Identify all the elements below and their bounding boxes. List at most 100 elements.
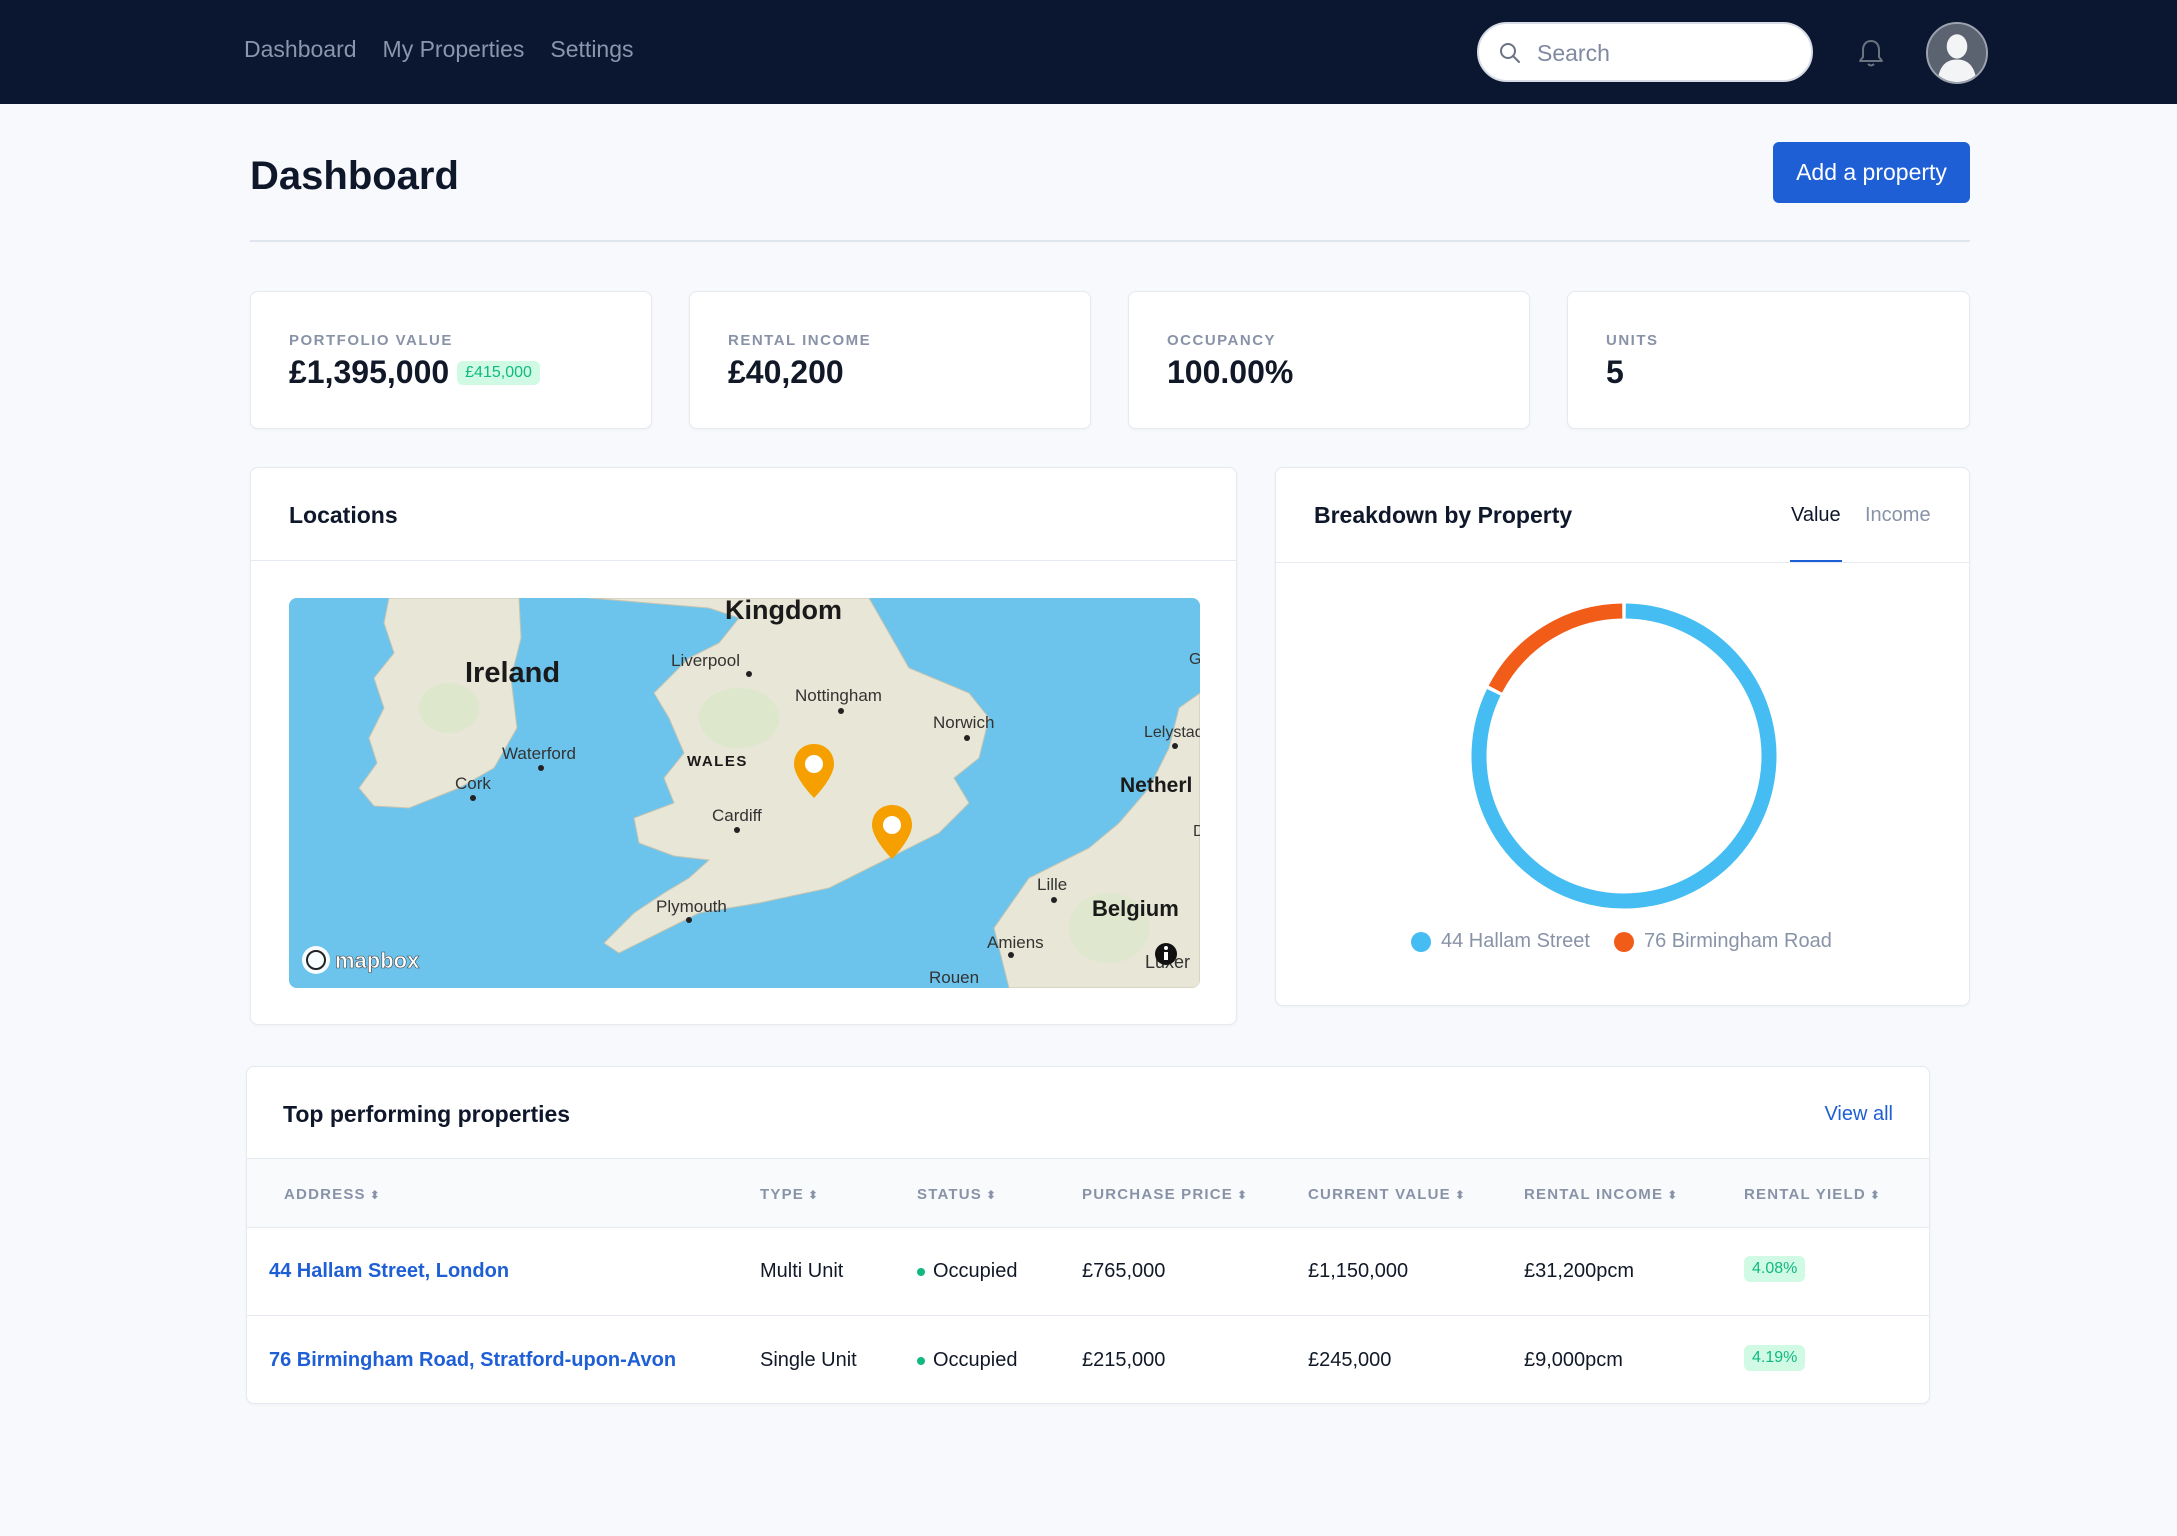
table-header: ADDRESS ⬍ TYPE ⬍ STATUS ⬍ PURCHASE PRICE ⬍ C… — [247, 1158, 1929, 1228]
nav-link-dashboard[interactable]: Dashboard — [244, 36, 357, 63]
map-canvas: Kingdom Ireland Liverpool Nottingham Nor… — [289, 598, 1200, 988]
column-header-purchase-price[interactable]: PURCHASE PRICE ⬍ — [1082, 1186, 1248, 1203]
nav-link-settings[interactable]: Settings — [550, 36, 633, 63]
map-label-plymouth: Plymouth — [656, 897, 727, 916]
stat-card-units: UNITS 5 — [1567, 291, 1970, 429]
bell-icon[interactable] — [1857, 38, 1885, 68]
rental-income: £31,200pcm — [1524, 1260, 1635, 1282]
header-divider — [250, 240, 1970, 242]
mapbox-attribution: mapbox — [335, 948, 420, 973]
rental-income: £9,000pcm — [1524, 1349, 1623, 1371]
sort-icon: ⬍ — [1237, 1188, 1249, 1202]
column-header-rental-yield[interactable]: RENTAL YIELD ⬍ — [1744, 1186, 1881, 1203]
stat-label: PORTFOLIO VALUE — [289, 332, 453, 349]
legend-label: 76 Birmingham Road — [1643, 930, 1832, 952]
user-avatar[interactable] — [1926, 22, 1988, 84]
page-title: Dashboard — [250, 154, 459, 198]
yield-badge: 4.08% — [1744, 1256, 1806, 1282]
view-all-link[interactable]: View all — [1824, 1103, 1893, 1126]
top-properties-panel: Top performing properties View all ADDRE… — [246, 1066, 1930, 1404]
sort-icon: ⬍ — [1869, 1188, 1882, 1202]
mapbox-logo: mapbox — [302, 946, 420, 974]
chart-legend: 44 Hallam Street 76 Birmingham Road — [1411, 930, 1832, 953]
stat-label: OCCUPANCY — [1167, 332, 1277, 349]
current-value: £245,000 — [1308, 1349, 1392, 1371]
legend-item: 76 Birmingham Road — [1613, 930, 1832, 953]
legend-swatch — [1411, 931, 1431, 952]
legend-label: 44 Hallam Street — [1441, 930, 1590, 952]
breakdown-panel: Breakdown by Property Value Income 44 Ha… — [1275, 467, 1970, 1006]
panel-title: Locations — [289, 502, 398, 528]
map-label-amiens: Amiens — [987, 933, 1044, 952]
map-label-lelystad: Lelystad — [1144, 724, 1200, 741]
map-label-nottingham: Nottingham — [795, 686, 882, 705]
stat-value: 100.00% — [1167, 354, 1294, 390]
column-header-type[interactable]: TYPE ⬍ — [760, 1186, 819, 1203]
map-label-rouen: Rouen — [929, 968, 979, 987]
nav-link-my-properties[interactable]: My Properties — [383, 36, 525, 63]
sort-icon: ⬍ — [985, 1188, 998, 1202]
stat-value: 5 — [1606, 354, 1624, 390]
stat-value: £40,200 — [728, 354, 844, 390]
rental-yield: 4.19% — [1744, 1345, 1806, 1371]
property-status: Occupied — [917, 1260, 1018, 1283]
map-label-ireland: Ireland — [465, 657, 560, 689]
stat-label: UNITS — [1606, 332, 1659, 349]
panel-divider — [251, 560, 1236, 561]
table-row[interactable]: 44 Hallam Street, London Multi Unit Occu… — [247, 1228, 1929, 1316]
locations-panel: Locations Kingdom Ireland Liverpool Nott… — [250, 467, 1237, 1025]
info-icon[interactable] — [1155, 943, 1177, 965]
map-label-liverpool: Liverpool — [671, 651, 740, 670]
tab-value[interactable]: Value — [1791, 504, 1841, 527]
search-input[interactable] — [1537, 36, 1797, 70]
property-type: Single Unit — [760, 1349, 857, 1371]
add-property-button[interactable]: Add a property — [1773, 142, 1970, 203]
map-label-waterford: Waterford — [502, 744, 576, 763]
stat-value: £1,395,000 — [289, 354, 450, 390]
sort-icon: ⬍ — [369, 1188, 382, 1202]
map-label-edge-d: D — [1193, 823, 1200, 840]
search-box[interactable] — [1477, 22, 1813, 82]
map-label-norwich: Norwich — [933, 713, 994, 732]
map-label-edge-g: G — [1189, 651, 1200, 668]
map-label-wales: WALES — [687, 753, 748, 770]
locations-map[interactable]: Kingdom Ireland Liverpool Nottingham Nor… — [289, 598, 1200, 988]
column-header-address[interactable]: ADDRESS ⬍ — [284, 1186, 381, 1203]
stat-card-occupancy: OCCUPANCY 100.00% — [1128, 291, 1530, 429]
panel-title: Breakdown by Property — [1314, 502, 1573, 528]
map-label-belgium: Belgium — [1092, 896, 1179, 921]
tab-income[interactable]: Income — [1865, 504, 1931, 527]
current-value: £1,150,000 — [1308, 1260, 1409, 1282]
growth-badge: £415,000 — [457, 360, 540, 385]
legend-swatch — [1613, 931, 1634, 952]
donut-segment-76-birmingham-road[interactable] — [1488, 603, 1623, 693]
map-label-cork: Cork — [455, 774, 491, 793]
panel-divider — [1276, 562, 1969, 563]
table-row[interactable]: 76 Birmingham Road, Stratford-upon-Avon … — [247, 1317, 1929, 1405]
stat-card-rental-income: RENTAL INCOME £40,200 — [689, 291, 1091, 429]
legend-item: 44 Hallam Street — [1411, 930, 1590, 953]
column-header-status[interactable]: STATUS ⬍ — [917, 1186, 997, 1203]
sort-icon: ⬍ — [1454, 1188, 1467, 1202]
stat-label: RENTAL INCOME — [728, 332, 872, 349]
property-status: Occupied — [917, 1349, 1018, 1372]
column-header-current-value[interactable]: CURRENT VALUE ⬍ — [1308, 1186, 1466, 1203]
status-dot-icon — [917, 1356, 925, 1365]
property-type: Multi Unit — [760, 1260, 844, 1282]
purchase-price: £215,000 — [1082, 1349, 1166, 1371]
yield-badge: 4.19% — [1744, 1345, 1806, 1371]
map-label-netherlands: Netherl — [1120, 774, 1192, 797]
user-silhouette-icon — [1928, 24, 1986, 82]
property-address-link[interactable]: 76 Birmingham Road, Stratford-upon-Avon — [269, 1349, 676, 1372]
stat-card-portfolio-value: PORTFOLIO VALUE £1,395,000 £415,000 — [250, 291, 652, 429]
map-label-cardiff: Cardiff — [712, 806, 762, 825]
stat-value-row: £1,395,000 £415,000 — [289, 354, 540, 391]
purchase-price: £765,000 — [1082, 1260, 1166, 1282]
rental-yield: 4.08% — [1744, 1256, 1806, 1282]
column-header-rental-income[interactable]: RENTAL INCOME ⬍ — [1524, 1186, 1678, 1203]
sort-icon: ⬍ — [807, 1188, 820, 1202]
top-navigation-bar: Dashboard My Properties Settings — [0, 0, 2177, 104]
main-nav: Dashboard My Properties Settings — [244, 36, 634, 63]
map-label-lille: Lille — [1037, 875, 1067, 894]
property-address-link[interactable]: 44 Hallam Street, London — [269, 1260, 509, 1283]
